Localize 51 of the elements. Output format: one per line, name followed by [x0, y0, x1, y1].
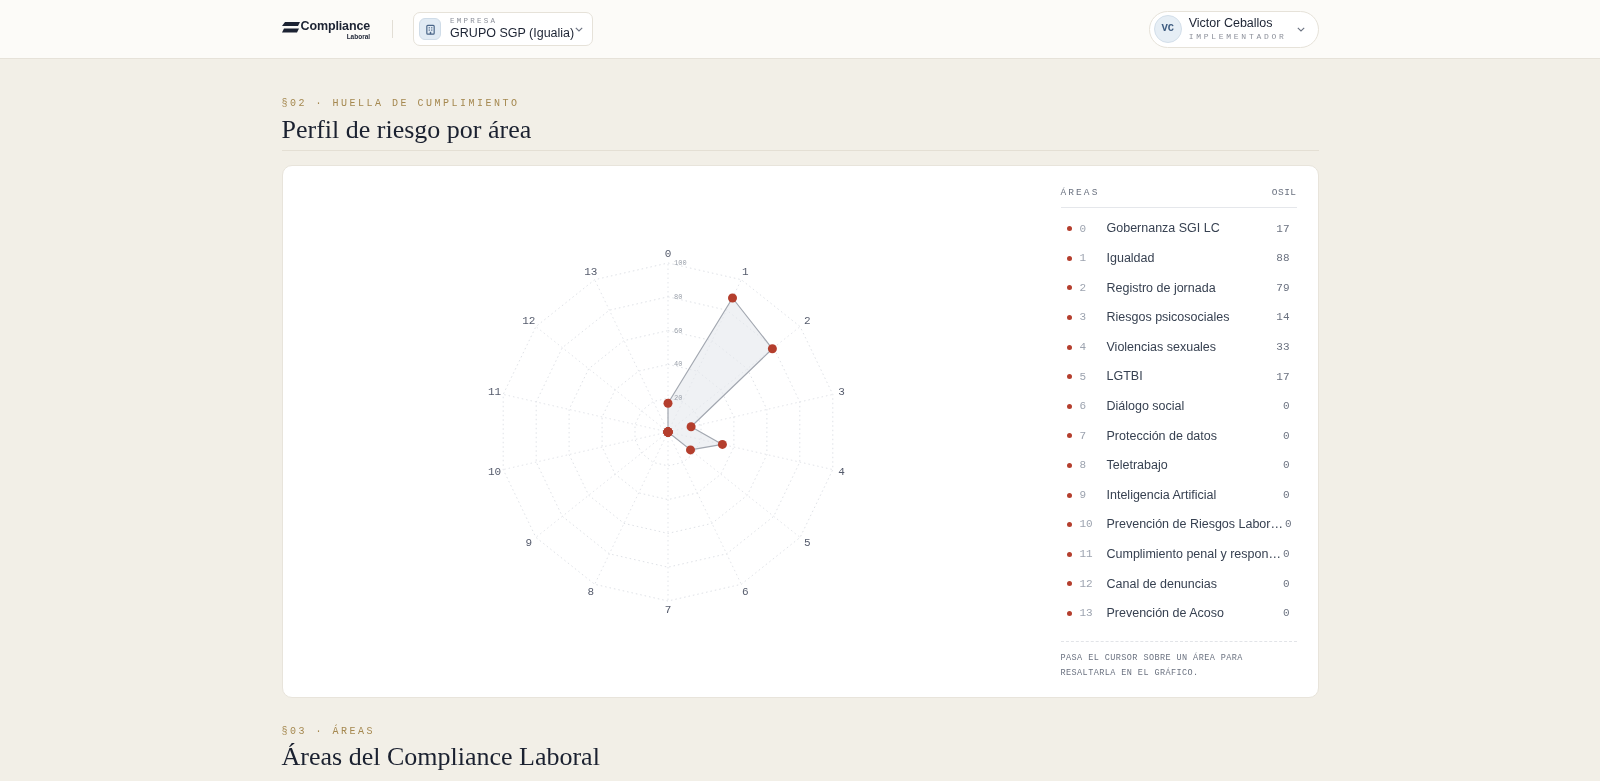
axis-label: 2 [803, 314, 810, 327]
legend-heading: ÁREAS [1060, 187, 1100, 199]
axis-label: 12 [521, 314, 535, 327]
axis-label: 6 [741, 585, 748, 598]
area-score: 79 [1276, 280, 1290, 296]
area-index: 10 [1079, 517, 1094, 533]
area-score: 0 [1285, 517, 1292, 533]
axis-label: 5 [803, 536, 810, 549]
area-score: 17 [1276, 221, 1290, 237]
area-index: 7 [1079, 428, 1088, 444]
axis-label: 13 [583, 265, 597, 278]
logo-text: Compliance [300, 18, 371, 33]
area-score: 0 [1282, 576, 1290, 592]
legend-value-heading: OSIL [1271, 187, 1297, 199]
area-index: 8 [1079, 458, 1088, 474]
axis-label: 0 [664, 247, 671, 260]
area-index: 0 [1079, 221, 1088, 237]
area-index: 9 [1079, 487, 1088, 503]
area-score: 88 [1276, 251, 1290, 267]
section-title: Áreas del Compliance Laboral [281, 741, 600, 772]
axis-label: 7 [664, 603, 671, 616]
axis-label: 10 [487, 465, 501, 478]
section-label: §03 · ÁREAS [281, 726, 375, 738]
section-label: §02 · HUELLA DE CUMPLIMIENTO [281, 98, 520, 110]
area-index: 4 [1079, 339, 1088, 355]
section-title: Perfil de riesgo por área [281, 114, 532, 145]
area-index: 2 [1079, 280, 1088, 296]
area-index: 13 [1079, 606, 1094, 622]
area-index: 11 [1079, 547, 1094, 563]
area-index: 5 [1079, 369, 1088, 385]
area-score: 33 [1276, 339, 1290, 355]
area-score: 0 [1282, 458, 1290, 474]
area-index: 12 [1079, 576, 1094, 592]
area-score: 0 [1282, 399, 1290, 415]
axis-label: 11 [487, 385, 501, 398]
area-score: 17 [1276, 369, 1290, 385]
axis-label: 4 [837, 465, 845, 478]
axis-label: 9 [525, 536, 532, 549]
area-index: 6 [1079, 399, 1088, 415]
area-index: 1 [1079, 251, 1088, 267]
user-avatar: VC [1153, 15, 1182, 43]
area-index: 3 [1079, 310, 1088, 326]
axis-label: 3 [837, 385, 845, 398]
area-score: 14 [1276, 310, 1290, 326]
area-score: 0 [1282, 606, 1290, 622]
hint-text: PASA EL CURSOR SOBRE UN ÁREA PARA RESALTARLA EN EL GRÁFICO. [1060, 651, 1244, 681]
axis-label: 1 [741, 265, 748, 278]
area-score: 0 [1282, 428, 1290, 444]
area-score: 0 [1282, 547, 1290, 563]
area-score: 0 [1282, 487, 1290, 503]
axis-label: 8 [587, 585, 594, 598]
